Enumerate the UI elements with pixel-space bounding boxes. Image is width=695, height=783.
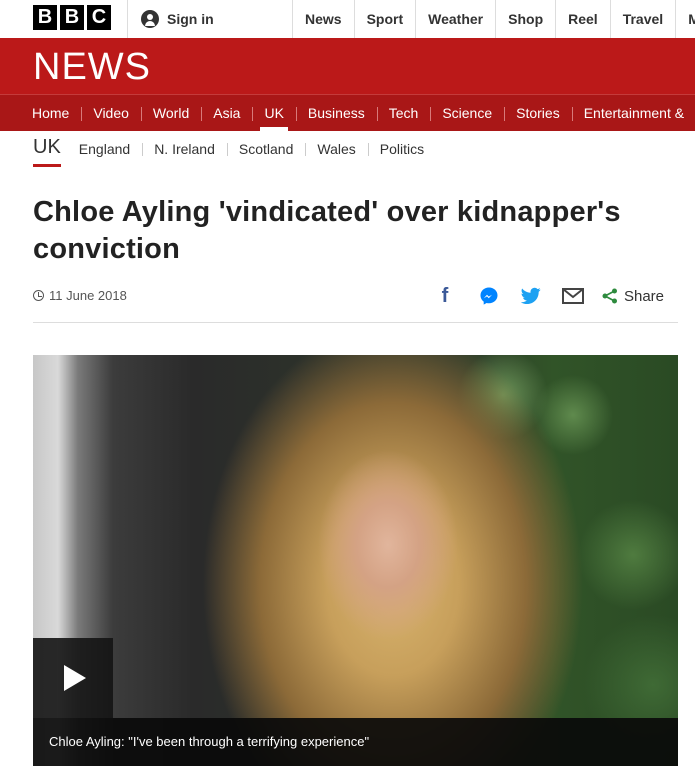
share-icon bbox=[602, 288, 617, 304]
top-nav-reel[interactable]: Reel bbox=[555, 0, 610, 38]
share-button[interactable]: Share bbox=[602, 288, 664, 305]
section-nav-world[interactable]: World bbox=[140, 95, 201, 131]
sign-in-link[interactable]: Sign in bbox=[141, 0, 214, 38]
play-button[interactable] bbox=[33, 638, 113, 718]
section-nav-entertainment[interactable]: Entertainment & bbox=[571, 95, 695, 131]
bbc-logo-letter: C bbox=[87, 5, 111, 30]
sub-nav-scotland[interactable]: Scotland bbox=[226, 141, 305, 157]
top-nav-sport[interactable]: Sport bbox=[353, 0, 416, 38]
sub-nav-title[interactable]: UK bbox=[33, 132, 61, 167]
date-text: 11 June 2018 bbox=[49, 288, 127, 303]
top-nav-weather[interactable]: Weather bbox=[415, 0, 495, 38]
bbc-logo-letter: B bbox=[60, 5, 84, 30]
sub-nav-wales[interactable]: Wales bbox=[305, 141, 367, 157]
video-caption: Chloe Ayling: "I've been through a terri… bbox=[33, 718, 678, 766]
sub-nav-england[interactable]: England bbox=[79, 141, 142, 157]
sub-nav-n-ireland[interactable]: N. Ireland bbox=[142, 141, 227, 157]
share-tools: f Share bbox=[430, 284, 664, 308]
news-logo[interactable]: NEWS bbox=[33, 47, 151, 87]
top-nav-more[interactable]: Mor bbox=[675, 0, 695, 38]
bbc-logo-letter: B bbox=[33, 5, 57, 30]
article-meta: 11 June 2018 f Share bbox=[33, 282, 678, 323]
sub-nav-politics[interactable]: Politics bbox=[367, 141, 436, 157]
section-nav-science[interactable]: Science bbox=[430, 95, 504, 131]
twitter-glyph bbox=[520, 287, 541, 304]
twitter-icon[interactable] bbox=[516, 284, 546, 308]
top-nav-shop[interactable]: Shop bbox=[495, 0, 555, 38]
news-banner: NEWS bbox=[0, 38, 695, 94]
sign-in-label: Sign in bbox=[167, 11, 214, 27]
section-nav-asia[interactable]: Asia bbox=[201, 95, 252, 131]
section-nav-uk[interactable]: UK bbox=[252, 95, 295, 131]
top-nav-travel[interactable]: Travel bbox=[609, 0, 675, 38]
email-glyph bbox=[561, 288, 584, 304]
section-nav-home[interactable]: Home bbox=[20, 95, 81, 131]
share-label: Share bbox=[623, 287, 664, 305]
section-nav: Home Video World Asia UK Business Tech S… bbox=[0, 94, 695, 131]
video-player[interactable]: Chloe Ayling: "I've been through a terri… bbox=[33, 355, 678, 766]
email-icon[interactable] bbox=[558, 284, 588, 308]
divider bbox=[127, 0, 128, 38]
top-nav: News Sport Weather Shop Reel Travel Mor bbox=[292, 0, 695, 38]
facebook-icon[interactable]: f bbox=[430, 284, 460, 308]
section-nav-stories[interactable]: Stories bbox=[504, 95, 572, 131]
top-nav-news[interactable]: News bbox=[292, 0, 354, 38]
section-nav-video[interactable]: Video bbox=[81, 95, 141, 131]
play-icon bbox=[64, 665, 86, 691]
article-headline: Chloe Ayling 'vindicated' over kidnapper… bbox=[33, 196, 621, 265]
bbc-logo[interactable]: B B C bbox=[33, 5, 111, 30]
user-icon bbox=[141, 10, 159, 28]
top-bar: B B C Sign in News Sport Weather Shop Re… bbox=[0, 0, 695, 39]
clock-icon bbox=[33, 290, 44, 301]
article-date: 11 June 2018 bbox=[33, 288, 127, 303]
sub-nav: UK England N. Ireland Scotland Wales Pol… bbox=[33, 131, 436, 167]
messenger-icon[interactable] bbox=[474, 284, 504, 308]
section-nav-business[interactable]: Business bbox=[295, 95, 377, 131]
messenger-glyph bbox=[480, 287, 498, 305]
section-nav-tech[interactable]: Tech bbox=[376, 95, 431, 131]
